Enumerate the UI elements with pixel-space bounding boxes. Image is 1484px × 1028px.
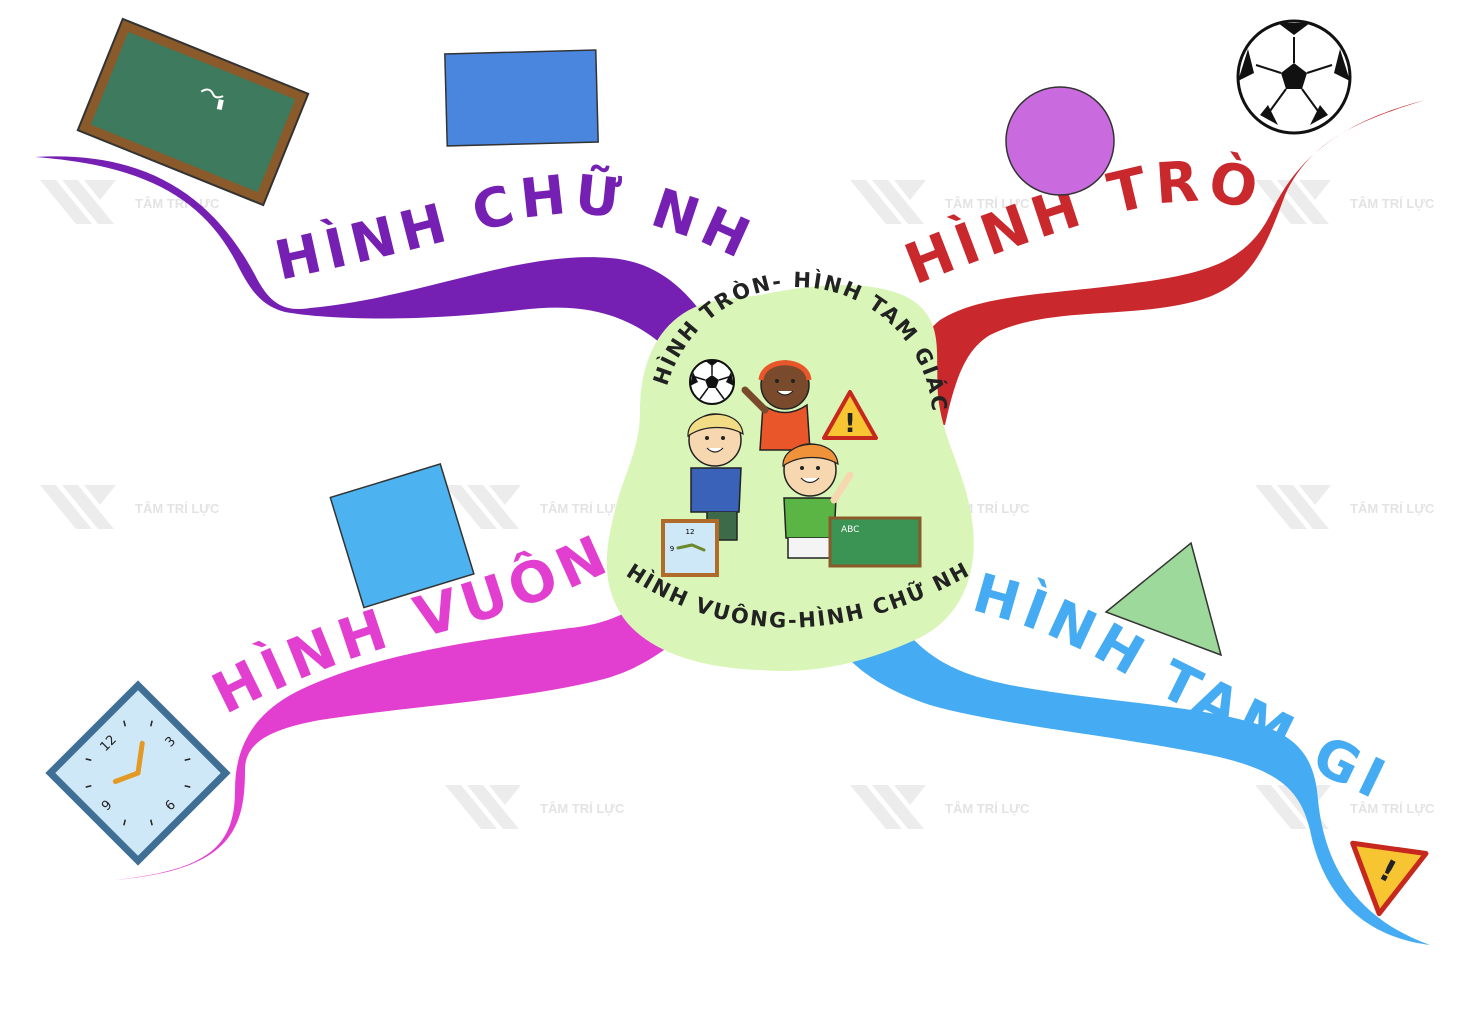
circle-shape — [1005, 86, 1115, 196]
watermark-text: TÂM TRÍ LỰC — [135, 196, 220, 211]
chalkboard-text: ABC — [841, 525, 859, 535]
clock-icon: 12 3 6 9 — [45, 680, 231, 866]
watermark-text: TÂM TRÍ LỰC — [945, 801, 1030, 816]
small-clock-icon: 12 9 — [661, 519, 719, 577]
small-warning-symbol: ! — [844, 409, 856, 439]
soccer-ball-icon — [1236, 19, 1352, 135]
chalkboard-icon — [76, 17, 310, 207]
watermark-text: TÂM TRÍ LỰC — [540, 801, 625, 816]
small-chalkboard-icon: ABC — [828, 516, 922, 568]
small-soccer-ball-icon — [689, 359, 735, 405]
rectangle-shape — [444, 49, 599, 147]
small-clock-12: 12 — [686, 528, 695, 536]
watermark-text: TÂM TRÍ LỰC — [1350, 196, 1435, 211]
watermark-text: TÂM TRÍ LỰC — [1350, 501, 1435, 516]
watermark-text: TÂM TRÍ LỰC — [540, 501, 625, 516]
mind-map: TÂM TRÍ LỰC TÂM TRÍ LỰC TÂM TRÍ LỰC TÂM … — [0, 0, 1435, 945]
small-clock-9: 9 — [670, 545, 674, 553]
watermark-text: TÂM TRÍ LỰC — [135, 501, 220, 516]
